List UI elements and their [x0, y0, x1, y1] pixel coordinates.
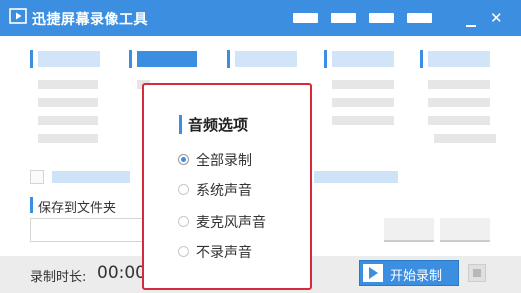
start-recording-button[interactable]: 开始录制	[359, 260, 459, 286]
column-header[interactable]	[332, 51, 394, 67]
option-line[interactable]	[434, 134, 496, 143]
option-label: 全部录制	[196, 153, 252, 169]
column-header[interactable]	[428, 51, 490, 67]
option-checkbox[interactable]	[30, 170, 44, 184]
minimize-button[interactable]	[466, 12, 476, 27]
option-line[interactable]	[332, 98, 394, 107]
stop-button[interactable]	[468, 264, 486, 282]
duration-label: 录制时长:	[30, 270, 87, 285]
checkbox-label	[52, 171, 130, 183]
play-icon	[363, 264, 383, 282]
option-line[interactable]	[428, 98, 490, 107]
column-header[interactable]	[137, 51, 197, 67]
option-line[interactable]	[38, 134, 98, 143]
radio-selected-icon[interactable]	[178, 154, 189, 165]
save-folder-input[interactable]	[30, 218, 146, 242]
stop-icon	[473, 269, 481, 277]
close-button[interactable]: ✕	[490, 11, 503, 26]
help-button[interactable]	[369, 13, 394, 23]
column-header[interactable]	[235, 51, 297, 67]
option-line[interactable]	[38, 116, 98, 125]
option-line[interactable]	[332, 80, 394, 89]
minimize-icon	[466, 25, 476, 27]
record-camera-icon	[9, 8, 27, 24]
radio-icon[interactable]	[178, 184, 189, 195]
settings-button[interactable]	[407, 13, 432, 23]
option-line[interactable]	[428, 116, 490, 125]
open-folder-button[interactable]	[440, 218, 490, 242]
option-line[interactable]	[332, 116, 394, 125]
register-button[interactable]	[331, 13, 356, 23]
option-line[interactable]	[38, 98, 98, 107]
feedback-button[interactable]	[293, 13, 318, 23]
option-label: 不录声音	[196, 245, 252, 261]
radio-icon[interactable]	[178, 216, 189, 227]
checkbox-label	[314, 171, 398, 183]
option-label: 系统声音	[196, 183, 252, 199]
app-title: 迅捷屏幕录像工具	[32, 12, 148, 28]
save-folder-label: 保存到文件夹	[38, 201, 117, 216]
radio-icon[interactable]	[178, 246, 189, 257]
option-line[interactable]	[38, 80, 98, 89]
popup-title: 音频选项	[188, 116, 249, 134]
start-recording-label: 开始录制	[390, 269, 443, 284]
audio-options-popup: 音频选项 全部录制 系统声音 麦克风声音 不录声音	[142, 83, 312, 290]
column-header[interactable]	[38, 51, 100, 67]
option-label: 麦克风声音	[196, 215, 266, 231]
duration-value: 00:00	[97, 263, 146, 283]
title-bar: 迅捷屏幕录像工具 ✕	[0, 0, 521, 36]
change-folder-button[interactable]	[384, 218, 434, 242]
option-line[interactable]	[428, 80, 490, 89]
